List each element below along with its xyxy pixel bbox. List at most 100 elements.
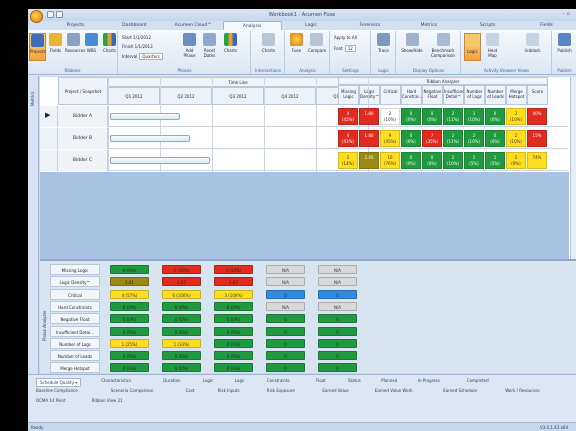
metric-cell[interactable]: 2 (10%) xyxy=(443,152,463,169)
project-name[interactable]: Bidder B xyxy=(58,128,108,149)
metric-tab-completed[interactable]: Completed xyxy=(467,378,489,383)
fields-ribbon-button[interactable]: Fields xyxy=(47,33,64,61)
metric-tab-work-resources[interactable]: Work / Resources xyxy=(505,388,539,393)
finish-date-field[interactable]: Finish 1/1/2013 xyxy=(122,44,153,49)
metric-cell[interactable]: 2 (11%) xyxy=(443,108,463,125)
trace-button[interactable]: Trace xyxy=(375,33,392,61)
metric-cell[interactable]: 4 (45%) xyxy=(338,108,358,125)
metric-cell[interactable]: 2 (10%) xyxy=(506,108,526,125)
apply-to-all-button[interactable]: Apply to All xyxy=(334,35,357,40)
metric-tab-earned-value[interactable]: Earned Value xyxy=(322,388,348,393)
metric-tab-lags[interactable]: Lags xyxy=(235,378,244,383)
metric-tab-earned-schedule[interactable]: Earned Schedule xyxy=(443,388,477,393)
phase-metric-cell[interactable]: 0 (0%) xyxy=(162,314,201,324)
reset-dates-button[interactable]: Reset Dates xyxy=(201,33,218,61)
table-row[interactable]: Bidder C1 (14%) 2.45 16 (76%) 0 (0%) 0 (0%) 2… xyxy=(40,150,568,171)
resources-ribbon-button[interactable]: Resources xyxy=(65,33,85,61)
project-name[interactable]: Bidder C xyxy=(58,150,108,171)
table-row[interactable]: ▶ Bidder A4 (45%) 1.80 2 (10%) 0 (0%) 0 (0%) 2… xyxy=(40,106,568,127)
add-phase-button[interactable]: Add Phase xyxy=(181,33,198,61)
phase-metric-cell[interactable]: 0 (0%) xyxy=(162,351,201,361)
phase-metric-cell[interactable]: 1.67 xyxy=(214,277,253,287)
metric-cell[interactable]: 0 (0%) xyxy=(485,108,505,125)
metric-header-logic-density[interactable]: Logic Density™ xyxy=(359,85,380,105)
phase-metric-cell[interactable]: 0 xyxy=(318,363,357,373)
phase-metric-cell[interactable]: 1 (33%) xyxy=(162,338,201,348)
metric-tab-baseline-compliance[interactable]: Baseline Compliance xyxy=(36,388,78,393)
metric-cell[interactable]: 2 (10%) xyxy=(380,108,400,125)
phase-metric-cell[interactable]: 0 (0%) xyxy=(214,301,253,311)
metric-tab-characteristics[interactable]: Characteristics xyxy=(101,378,131,383)
window-controls[interactable]: – ▫ xyxy=(563,11,570,17)
phase-metric-cell[interactable]: N/A xyxy=(266,265,305,274)
metric-header-merge-hotspot[interactable]: Merge Hotspot xyxy=(506,85,527,105)
metric-cell[interactable]: 0 (0%) xyxy=(485,130,505,147)
metric-cell[interactable]: 2 (9%) xyxy=(506,152,526,169)
metric-header-number-of-leads[interactable]: Number of Leads xyxy=(485,85,506,105)
phase-metric-cell[interactable]: 3 (100%) xyxy=(214,289,253,299)
table-row[interactable]: Bidder B4 (41%) 1.80 9 (45%) 0 (0%) 7 (35%) 2… xyxy=(40,128,568,149)
phase-metric-cell[interactable]: 0 xyxy=(266,351,305,361)
metric-cell[interactable]: 9 (45%) xyxy=(380,130,400,147)
tab-projects[interactable]: Projects xyxy=(46,21,105,30)
phase-metric-cell[interactable]: 0 (0%) xyxy=(214,351,253,361)
phase-metric-cell[interactable]: 0 (0%) xyxy=(214,338,253,348)
timeline-bar[interactable] xyxy=(110,113,180,120)
phase-metric-cell[interactable]: 0 xyxy=(266,363,305,373)
metric-cell[interactable]: 2.45 xyxy=(359,152,379,169)
compare-button[interactable]: Compare xyxy=(308,33,326,61)
metric-tab-earned-value-work[interactable]: Earned Value Work xyxy=(375,388,413,393)
phase-metric-cell[interactable]: 0 xyxy=(318,314,357,324)
phase-metric-cell[interactable]: N/A xyxy=(318,277,357,287)
tab-acumen-cloud[interactable]: Acumen Cloud™ xyxy=(164,21,223,30)
app-logo-icon[interactable] xyxy=(30,10,43,23)
metric-cell[interactable]: 2 (10%) xyxy=(506,130,526,147)
row-selector[interactable]: ▶ xyxy=(40,106,58,127)
metric-cell[interactable]: 1 (14%) xyxy=(338,152,358,169)
phase-metric-cell[interactable]: 0 (0%) xyxy=(162,363,201,373)
metric-tab-logic[interactable]: Logic xyxy=(203,378,213,383)
metric-cell[interactable]: 40% xyxy=(527,108,547,125)
metric-cell[interactable]: 1.80 xyxy=(359,108,379,125)
phase-metric-cell[interactable]: 0 (0%) xyxy=(214,363,253,373)
phase-metric-cell[interactable]: N/A xyxy=(318,265,357,274)
tab-analysis[interactable]: Analysis xyxy=(222,21,282,30)
phase-metric-cell[interactable]: 1.67 xyxy=(162,277,201,287)
project-name[interactable]: Bidder A xyxy=(58,106,108,127)
phase-metric-cell[interactable]: 0 xyxy=(266,289,305,299)
metric-cell[interactable]: 2 (10%) xyxy=(464,130,484,147)
phase-metric-cell[interactable]: 4 (57%) xyxy=(110,289,149,299)
phase-metric-cell[interactable]: 1 (33%) xyxy=(214,265,253,274)
metric-header-critical[interactable]: Critical xyxy=(380,85,401,105)
phase-charts-button[interactable]: Charts xyxy=(222,33,239,61)
phase-metric-cell[interactable]: 2 (15%) xyxy=(162,265,201,274)
timeline-bar[interactable] xyxy=(110,135,190,142)
font-size-select[interactable]: 12 xyxy=(344,45,356,52)
tab-fields[interactable]: Fields xyxy=(517,21,576,30)
interval-select[interactable]: Quarters xyxy=(139,53,163,60)
phase-metric-cell[interactable]: 0 (0%) xyxy=(214,326,253,336)
metric-tab-duration[interactable]: Duration xyxy=(163,378,180,383)
unblock-button[interactable]: Unblock xyxy=(524,33,541,61)
metric-cell[interactable]: 74% xyxy=(527,152,547,169)
tab-scripts[interactable]: Scripts xyxy=(458,21,517,30)
benchmark-comparison-button[interactable]: Benchmark Comparison xyxy=(427,33,459,61)
metric-tab-planned[interactable]: Planned xyxy=(381,378,397,383)
phase-metric-cell[interactable]: 1 (25%) xyxy=(110,338,149,348)
phase-metric-cell[interactable]: 0 xyxy=(318,289,357,299)
publish-button[interactable]: Publish xyxy=(556,33,573,61)
metric-tab-risk-inputs[interactable]: Risk Inputs xyxy=(218,388,240,393)
start-date-field[interactable]: Start 1/1/2012 xyxy=(122,35,151,40)
wbs-ribbon-button[interactable]: WBS xyxy=(83,33,100,61)
metric-header-insufficient-detail[interactable]: Insufficient Detail™ xyxy=(443,85,466,105)
metric-cell[interactable]: 4 (41%) xyxy=(338,130,358,147)
metric-cell[interactable]: 0 (0%) xyxy=(401,108,421,125)
phase-metric-cell[interactable]: 0 xyxy=(266,326,305,336)
metric-cell[interactable]: 1.80 xyxy=(359,130,379,147)
phase-metric-cell[interactable]: 0 (0%) xyxy=(110,363,149,373)
phase-metric-cell[interactable]: 0 (0%) xyxy=(110,265,149,274)
metric-tab-risk-exposure[interactable]: Risk Exposure xyxy=(267,388,295,393)
metric-cell[interactable]: 0 (0%) xyxy=(422,108,442,125)
metric-cell[interactable]: 0 (0%) xyxy=(401,130,421,147)
metric-cell[interactable]: 1 (5%) xyxy=(464,152,484,169)
